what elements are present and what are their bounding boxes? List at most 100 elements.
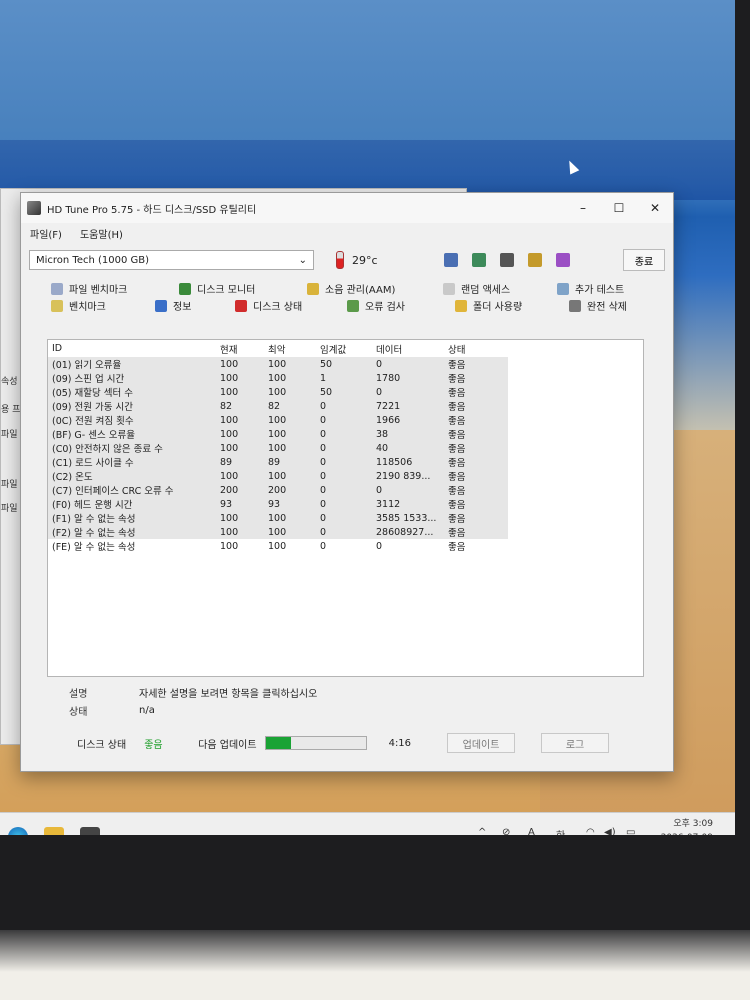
cell-status: 좋음 [448, 357, 508, 371]
table-row[interactable]: (09) 스핀 업 시간 100 100 1 1780 좋음 [48, 371, 508, 385]
cell-attribute: (09) 스핀 업 시간 [48, 371, 220, 385]
table-row[interactable]: (F0) 헤드 운행 시간 93 93 0 3112 좋음 [48, 497, 508, 511]
cell-status: 좋음 [448, 497, 508, 511]
cell-attribute: (05) 재할당 섹터 수 [48, 385, 220, 399]
battery-icon[interactable]: ▭ [626, 827, 635, 835]
tab-label: 추가 테스트 [575, 285, 625, 296]
edge-icon[interactable] [8, 827, 28, 835]
taskbar: ^ ⊘ A 한 ◠ ◀) ▭ 오후 3:09 2026-07-09 [0, 812, 735, 835]
cell-attribute: (FE) 알 수 없는 속성 [52, 542, 136, 553]
table-row[interactable]: (FE) 알 수 없는 속성 100 100 0 0 좋음 [48, 539, 508, 554]
tab-file-benchmark[interactable]: 파일 벤치마크 [51, 281, 127, 296]
description-value: 자세한 설명을 보려면 항목을 클릭하십시오 [139, 688, 318, 700]
tab-erase[interactable]: 완전 삭제 [569, 298, 627, 313]
col-header-threshold[interactable]: 임계값 [320, 340, 376, 357]
camera-icon[interactable] [500, 253, 514, 267]
save-icon[interactable] [556, 253, 570, 267]
hdtune-taskbar-icon[interactable] [80, 827, 100, 835]
cell-data: 3112 [376, 497, 448, 511]
cell-attribute: (F0) 헤드 운행 시간 [48, 497, 220, 511]
tab-random-access[interactable]: 랜덤 액세스 [443, 281, 510, 296]
app-icon [27, 201, 41, 215]
update-button[interactable]: 업데이트 [447, 733, 516, 753]
tray-network-off-icon[interactable]: ⊘ [502, 827, 510, 835]
cell-data: 38 [376, 427, 448, 441]
cell-status: 좋음 [448, 441, 508, 455]
taskbar-clock[interactable]: 오후 3:09 2026-07-09 [661, 817, 713, 835]
cell-data: 0 [376, 357, 448, 371]
table-row[interactable]: (C7) 인터페이스 CRC 오류 수 200 200 0 0 좋음 [48, 483, 508, 497]
cell-attribute: (01) 읽기 오류율 [48, 357, 220, 371]
minimize-button[interactable]: – [565, 201, 601, 215]
close-button[interactable]: ✕ [637, 201, 673, 215]
cell-current: 89 [220, 455, 268, 469]
table-row[interactable]: (F2) 알 수 없는 속성 100 100 0 28608927... 좋음 [48, 525, 508, 539]
tab-label: 정보 [173, 302, 192, 313]
table-row[interactable]: (F1) 알 수 없는 속성 100 100 0 3585 1533... 좋음 [48, 511, 508, 525]
table-row[interactable]: (C0) 안전하지 않은 종료 수 100 100 0 40 좋음 [48, 441, 508, 455]
tab-folder-usage[interactable]: 폴더 사용량 [455, 298, 522, 313]
col-header-data[interactable]: 데이터 [376, 340, 448, 357]
col-header-id[interactable]: ID [48, 340, 220, 357]
cell-status: 좋음 [448, 511, 508, 525]
file-explorer-icon[interactable] [44, 827, 64, 835]
table-row[interactable]: (05) 재할당 섹터 수 100 100 50 0 좋음 [48, 385, 508, 399]
tab-disk-monitor[interactable]: 디스크 모니터 [179, 281, 255, 296]
title-bar[interactable]: HD Tune Pro 5.75 - 하드 디스크/SSD 유틸리티 – ☐ ✕ [21, 193, 673, 223]
tab-benchmark[interactable]: 벤치마크 [51, 298, 106, 313]
table-row[interactable]: (C2) 온도 100 100 0 2190 839... 좋음 [48, 469, 508, 483]
info-icon [155, 299, 167, 312]
tab-extra-tests[interactable]: 추가 테스트 [557, 281, 624, 296]
description-label: 설명 [69, 688, 88, 700]
tab-error-scan[interactable]: 오류 검사 [347, 298, 405, 313]
copy-info-icon[interactable] [444, 253, 458, 267]
trash-icon [569, 299, 581, 312]
smart-panel[interactable]: ID 현재 최악 임계값 데이터 상태 (01) 읽기 오류율 100 100 50 0… [47, 339, 644, 677]
table-row[interactable]: (C1) 로드 사이클 수 89 89 0 118506 좋음 [48, 455, 508, 469]
col-header-worst[interactable]: 최악 [268, 340, 320, 357]
tray-ime-lang[interactable]: 한 [556, 827, 565, 835]
screen: 속성 용 프 파일 통 파일 통 파일 통 HD Tune Pro 5.75 -… [0, 0, 735, 835]
cell-current: 100 [220, 427, 268, 441]
tab-aam[interactable]: 소음 관리(AAM) [307, 281, 395, 296]
volume-icon[interactable]: ◀) [604, 827, 616, 835]
drive-select[interactable]: Micron Tech (1000 GB) ⌄ [29, 250, 314, 270]
update-time: 4:16 [388, 737, 412, 749]
tab-health[interactable]: 디스크 상태 [235, 298, 302, 313]
cell-worst: 100 [268, 385, 320, 399]
speaker-icon [307, 282, 319, 295]
hdtune-window: HD Tune Pro 5.75 - 하드 디스크/SSD 유틸리티 – ☐ ✕… [20, 192, 674, 772]
table-row[interactable]: (09) 전원 가동 시간 82 82 0 7221 좋음 [48, 399, 508, 413]
drive-select-value: Micron Tech (1000 GB) [36, 254, 150, 266]
cell-threshold: 0 [320, 511, 376, 525]
cell-threshold: 0 [320, 497, 376, 511]
menu-help[interactable]: 도움말(H) [77, 225, 126, 242]
cell-worst: 93 [268, 497, 320, 511]
thermometer-icon [336, 251, 344, 269]
options-icon[interactable] [528, 253, 542, 267]
col-header-current[interactable]: 현재 [220, 340, 268, 357]
cell-data: 3585 1533... [376, 511, 448, 525]
table-row[interactable]: (01) 읽기 오류율 100 100 50 0 좋음 [48, 357, 508, 371]
copy-all-icon[interactable] [472, 253, 486, 267]
menu-bar: 파일(F) 도움말(H) [21, 223, 673, 243]
wifi-icon[interactable]: ◠ [586, 827, 595, 835]
tab-info[interactable]: 정보 [155, 298, 191, 313]
maximize-button[interactable]: ☐ [601, 201, 637, 215]
col-header-status[interactable]: 상태 [448, 340, 508, 357]
tray-ime-letter[interactable]: A [528, 827, 535, 835]
log-button[interactable]: 로그 [541, 733, 610, 753]
table-row[interactable]: (BF) G- 센스 오류율 100 100 0 38 좋음 [48, 427, 508, 441]
tray-chevron-icon[interactable]: ^ [478, 827, 486, 835]
exit-button[interactable]: 종료 [623, 249, 665, 271]
cell-threshold: 0 [320, 399, 376, 413]
cell-threshold: 0 [320, 540, 327, 552]
cell-threshold: 0 [320, 455, 376, 469]
cell-status: 좋음 [448, 413, 508, 427]
menu-file[interactable]: 파일(F) [27, 225, 65, 242]
description-area: 설명 자세한 설명을 보려면 항목을 클릭하십시오 상태 n/a [47, 683, 642, 719]
cell-attribute: (F1) 알 수 없는 속성 [48, 511, 220, 525]
table-row[interactable]: (0C) 전원 켜짐 횟수 100 100 0 1966 좋음 [48, 413, 508, 427]
progress-fill [265, 737, 291, 749]
table-header-row: ID 현재 최악 임계값 데이터 상태 [48, 340, 508, 357]
